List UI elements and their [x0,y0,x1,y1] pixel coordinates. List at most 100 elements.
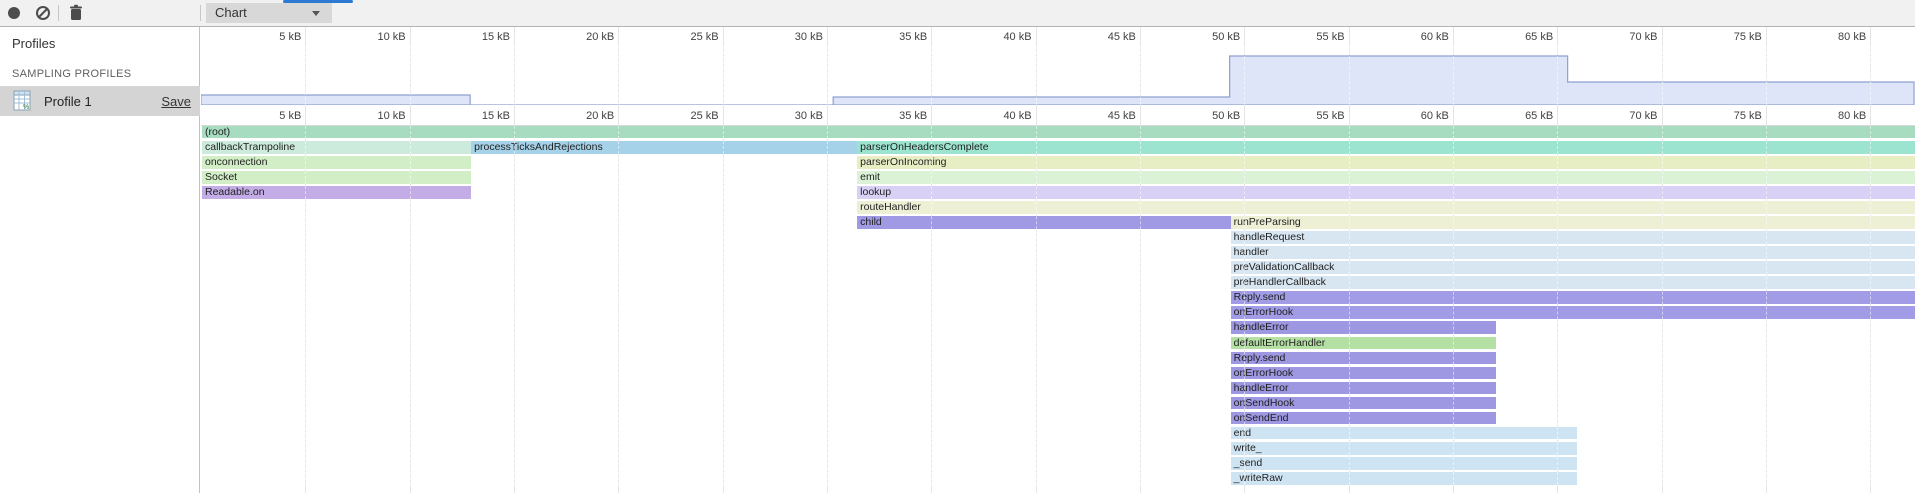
tick-label: 80 kB [1796,110,1866,122]
tick-label: 45 kB [1066,31,1136,43]
tick-dash [305,46,306,105]
sampling-profiles-heading: SAMPLING PROFILES [12,68,131,80]
svg-text:%: % [23,104,29,111]
flame-frame[interactable]: Reply.send [1231,352,1496,365]
flame-frame[interactable]: _send [1231,457,1577,470]
tick-dash [1140,46,1141,105]
tick-label: 60 kB [1379,110,1449,122]
tick-dash [931,126,932,485]
tick-label: 15 kB [440,31,510,43]
tick-dash [1557,46,1558,105]
profiles-heading: Profiles [12,36,55,51]
tick-dash [723,126,724,485]
tick-dash [1244,46,1245,105]
flame-frame[interactable]: parserOnIncoming [857,156,1915,169]
tick-dash [1036,46,1037,105]
flame-frame[interactable]: preHandlerCallback [1231,276,1915,289]
tick-label: 60 kB [1379,31,1449,43]
delete-profile-button[interactable] [68,4,86,22]
record-icon [8,7,20,19]
tick-dash [1453,46,1454,105]
flame-frame[interactable]: onErrorHook [1231,367,1496,380]
tick-label: 40 kB [962,31,1032,43]
toolbar: Chart [0,0,1915,27]
tick-label: 20 kB [544,31,614,43]
chevron-down-icon [312,11,320,16]
tick-label: 40 kB [962,110,1032,122]
tick-label: 5 kB [231,31,301,43]
view-mode-select[interactable]: Chart [206,3,332,23]
tick-dash [514,46,515,105]
flame-frame[interactable]: Socket [202,171,471,184]
flame-frame[interactable]: child [857,216,1230,229]
toolbar-separator [58,5,59,21]
tick-label: 70 kB [1588,110,1658,122]
tick-dash [1453,126,1454,485]
flame-frame[interactable]: emit [857,171,1915,184]
tick-dash [305,126,306,485]
tick-label: 35 kB [857,31,927,43]
flame-frame[interactable]: (root) [202,126,1915,139]
tick-label: 30 kB [753,110,823,122]
clear-button[interactable] [34,4,52,22]
tick-dash [410,126,411,485]
flame-frame[interactable]: handler [1231,246,1915,259]
flame-frame[interactable]: Reply.send [1231,291,1915,304]
flame-frame[interactable]: write_ [1231,442,1577,455]
tick-label: 35 kB [857,110,927,122]
tick-label: 55 kB [1275,31,1345,43]
tick-label: 30 kB [753,31,823,43]
profile-icon: % [13,90,32,116]
sidebar: Profiles SAMPLING PROFILES % Profile 1 S… [0,27,200,493]
tick-dash [1870,126,1871,485]
profile-name: Profile 1 [44,94,92,109]
tick-dash [931,46,932,105]
tick-label: 5 kB [231,110,301,122]
tick-label: 50 kB [1170,110,1240,122]
trash-icon [68,4,84,21]
tick-label: 10 kB [336,110,406,122]
flame-frame[interactable]: onSendEnd [1231,412,1496,425]
flame-frame[interactable]: _writeRaw [1231,472,1577,485]
tick-label: 15 kB [440,110,510,122]
tick-dash [1036,126,1037,485]
flame-frame[interactable]: Readable.on [202,186,471,199]
flame-frame[interactable]: handleRequest [1231,231,1915,244]
tick-dash [1140,126,1141,485]
flame-frame[interactable]: defaultErrorHandler [1231,337,1496,350]
flame-frame[interactable]: processTicksAndRejections [471,141,857,154]
tick-dash [514,126,515,485]
tick-label: 50 kB [1170,31,1240,43]
flame-frame[interactable]: onconnection [202,156,471,169]
view-mode-label: Chart [215,5,247,20]
flame-frame[interactable]: callbackTrampoline [202,141,471,154]
flame-frame[interactable]: routeHandler [857,201,1915,214]
flame-frame[interactable]: runPreParsing [1231,216,1915,229]
tick-dash [827,126,828,485]
flame-frame[interactable]: end [1231,427,1577,440]
flame-frame[interactable]: preValidationCallback [1231,261,1915,274]
tick-dash [1349,46,1350,105]
tick-label: 45 kB [1066,110,1136,122]
tick-dash [1557,126,1558,485]
clear-icon [36,6,50,20]
flame-frame[interactable]: parserOnHeadersComplete [857,141,1915,154]
flame-frame[interactable]: onErrorHook [1231,306,1915,319]
flame-frame[interactable]: handleError [1231,321,1496,334]
save-profile-link[interactable]: Save [161,94,191,109]
tick-label: 55 kB [1275,110,1345,122]
tick-label: 65 kB [1483,110,1553,122]
tick-dash [827,46,828,105]
tick-dash [618,46,619,105]
tick-label: 10 kB [336,31,406,43]
sidebar-item-profile-1[interactable]: % Profile 1 Save [0,86,200,116]
record-button[interactable] [5,4,23,22]
tick-dash [1662,46,1663,105]
flame-frame[interactable]: onSendHook [1231,397,1496,410]
flame-frame[interactable]: handleError [1231,382,1496,395]
tick-dash [1244,126,1245,485]
tick-dash [1662,126,1663,485]
tick-label: 80 kB [1796,31,1866,43]
flame-frame[interactable]: lookup [857,186,1915,199]
memory-profiler-panel: Chart Profiles SAMPLING PROFILES % Profi… [0,0,1915,493]
